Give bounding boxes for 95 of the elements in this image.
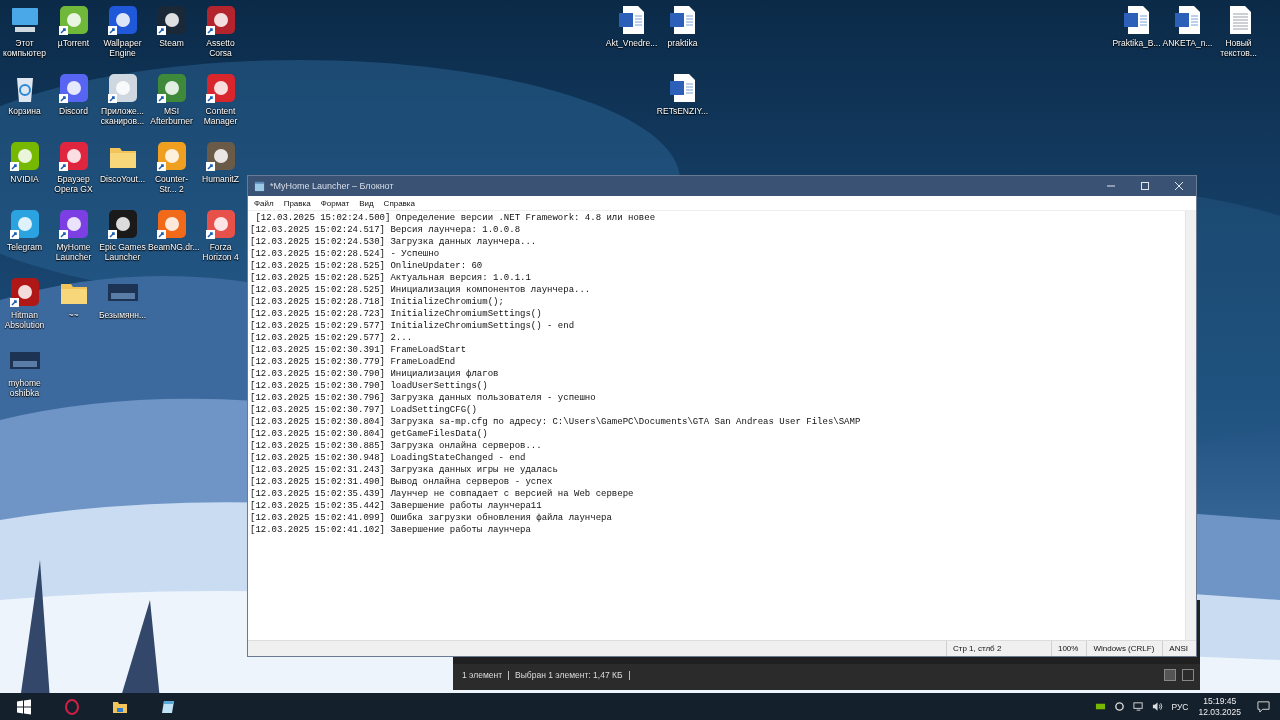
app-icon[interactable] <box>57 4 90 36</box>
icon-label[interactable]: Forza Horizon 4 <box>197 242 244 262</box>
app-icon[interactable] <box>155 4 188 36</box>
icon-label[interactable]: HumanitZ <box>202 174 239 184</box>
text-line: [12.03.2025 15:02:30.790] loadUserSettings() <box>250 380 489 392</box>
icon-label[interactable]: Корзина <box>8 106 41 116</box>
text-line: [12.03.2025 15:02:41.099] Ошибка загрузки обновления файла лаунчера <box>250 512 613 524</box>
clock-date[interactable]: 12.03.2025 <box>1198 706 1241 718</box>
notification-icon[interactable] <box>1257 700 1270 713</box>
icon-label[interactable]: Steam <box>159 38 184 48</box>
app-icon[interactable] <box>204 72 237 104</box>
text-line: [12.03.2025 15:02:28.525] Инициализация компонентов лаунчера... <box>250 284 592 296</box>
app-icon[interactable] <box>57 140 90 172</box>
icon-label[interactable]: MyHome Launcher <box>50 242 97 262</box>
icon-label[interactable]: Discord <box>59 106 88 116</box>
app-icon[interactable] <box>106 208 139 240</box>
network-icon[interactable] <box>1133 701 1145 712</box>
icon-label[interactable]: DiscoYout... <box>99 174 145 184</box>
text-line: [12.03.2025 15:02:31.243] Загрузка данных игры не удалась <box>250 464 559 476</box>
icon-label[interactable]: Приложе... сканиров... <box>99 106 146 126</box>
text-line: [12.03.2025 15:02:30.779] FrameLoadEnd <box>250 356 457 368</box>
tiles-view-icon[interactable] <box>1182 669 1194 681</box>
app-icon[interactable] <box>204 208 237 240</box>
app-icon[interactable] <box>8 140 41 172</box>
text-line: [12.03.2025 15:02:28.723] InitializeChromiumSettings() <box>250 308 543 320</box>
icon-label[interactable]: Новый текстов... <box>1213 38 1264 58</box>
menu-item[interactable]: Формат <box>316 198 354 208</box>
icon-label[interactable]: Counter-Str... 2 <box>148 174 195 194</box>
menu-item[interactable]: Файл <box>250 198 278 208</box>
icon-label[interactable]: NVIDIA <box>10 174 39 184</box>
text-line: [12.03.2025 15:02:35.439] Лаунчер не совпадает с версией на Web сервере <box>250 488 635 500</box>
icon-label[interactable]: Этот компьютер <box>1 38 48 58</box>
text-line: [12.03.2025 15:02:30.797] LoadSettingCFG() <box>250 404 478 416</box>
icon-label[interactable]: ~~ <box>68 310 79 320</box>
text-line: [12.03.2025 15:02:41.102] Завершение работы лаунчера <box>250 524 532 536</box>
icon-label[interactable]: Assetto Corsa <box>197 38 244 58</box>
status-cell: Windows (CRLF) <box>1086 641 1163 656</box>
volume-icon[interactable] <box>1152 701 1164 712</box>
notepad-icon <box>254 180 265 192</box>
scrollbar[interactable] <box>1185 211 1196 640</box>
text-line: [12.03.2025 15:02:31.490] Вывод онлайна серверов - успех <box>250 476 554 488</box>
status-cell: 100% <box>1050 641 1087 656</box>
app-icon[interactable] <box>204 140 237 172</box>
text-line: [12.03.2025 15:02:24.500] Определение версии .NET Framework: 4.8 или новее <box>254 212 657 224</box>
app-icon[interactable] <box>106 4 139 36</box>
app-icon[interactable] <box>8 276 41 308</box>
text-line: [12.03.2025 15:02:28.718] InitializeChromium(); <box>250 296 505 308</box>
menu-item[interactable]: Правка <box>279 198 315 208</box>
text-line: [12.03.2025 15:02:29.577] InitializeChromiumSettings() - end <box>250 320 576 332</box>
app-icon[interactable] <box>57 72 90 104</box>
text-line: [12.03.2025 15:02:30.885] Загрузка онлайна серверов... <box>250 440 543 452</box>
text-line: [12.03.2025 15:02:30.948] LoadingStateChanged - end <box>250 452 527 464</box>
status-text: 1 элемент <box>462 670 503 680</box>
text-line: [12.03.2025 15:02:28.524] - Успешно <box>250 248 441 260</box>
icon-label[interactable]: Praktika_B... <box>1112 38 1161 48</box>
language-indicator[interactable]: РУС <box>1171 701 1189 712</box>
status-text: Выбран 1 элемент: 1,47 КБ <box>515 670 623 680</box>
menu-item[interactable]: Справка <box>379 198 419 208</box>
icon-label[interactable]: Безымянн... <box>99 310 146 320</box>
text-line: [12.03.2025 15:02:28.525] Актуальная версия: 1.0.1.1 <box>250 272 532 284</box>
text-line: [12.03.2025 15:02:24.530] Загрузка данных лаунчера... <box>250 236 538 248</box>
text-line: [12.03.2025 15:02:30.790] Инициализация флагов <box>250 368 500 380</box>
icon-label[interactable]: Wallpaper Engine <box>99 38 146 58</box>
icon-label[interactable]: Браузер Opera GX <box>50 174 97 194</box>
icon-label[interactable]: ANKETA_n... <box>1162 38 1213 48</box>
icon-label[interactable]: RETsENZIY... <box>656 106 709 116</box>
icon-label[interactable]: Hitman Absolution <box>1 310 48 330</box>
app-icon[interactable] <box>106 72 139 104</box>
window-title: *MyHome Launcher – Блокнот <box>270 181 394 191</box>
icon-label[interactable]: µTorrent <box>57 38 90 48</box>
status-cell: Стр 1, стлб 2 <box>945 641 1051 656</box>
text-line: [12.03.2025 15:02:30.804] Загрузка sa-mp.cfg по адресу: C:\Users\GamePC\Documents\GTA San Andreas User Files\SAMP <box>250 416 862 428</box>
text-line: [12.03.2025 15:02:29.577] 2... <box>250 332 414 344</box>
icon-label[interactable]: MSI Afterburner <box>148 106 195 126</box>
icon-label[interactable]: Telegram <box>7 242 42 252</box>
clock-time[interactable]: 15:19:45 <box>1203 695 1237 707</box>
text-line: [12.03.2025 15:02:35.442] Завершение работы лаунчера11 <box>250 500 543 512</box>
icon-label[interactable]: Content Manager <box>197 106 244 126</box>
app-icon[interactable] <box>8 208 41 240</box>
app-icon[interactable] <box>204 4 237 36</box>
icon-label[interactable]: Akt_Vnedre... <box>605 38 658 48</box>
app-icon[interactable] <box>155 72 188 104</box>
app-icon[interactable] <box>155 140 188 172</box>
icon-label[interactable]: myhome oshibka <box>1 378 48 398</box>
app-icon[interactable] <box>57 208 90 240</box>
icon-label[interactable]: praktika <box>667 38 698 48</box>
icon-label[interactable]: Epic Games Launcher <box>99 242 146 262</box>
text-line: [12.03.2025 15:02:30.804] getGameFilesData() <box>250 428 489 440</box>
status-cell: ANSI <box>1162 641 1196 656</box>
text-line: [12.03.2025 15:02:24.517] Версия лаунчера: 1.0.0.8 <box>250 224 522 236</box>
text-line: [12.03.2025 15:02:30.391] FrameLoadStart <box>250 344 468 356</box>
menu-item[interactable]: Вид <box>355 198 378 208</box>
text-line: [12.03.2025 15:02:28.525] OnlineUpdater: 60 <box>250 260 484 272</box>
text-line: [12.03.2025 15:02:30.796] Загрузка данных пользователя - успешно <box>250 392 597 404</box>
app-icon[interactable] <box>155 208 188 240</box>
